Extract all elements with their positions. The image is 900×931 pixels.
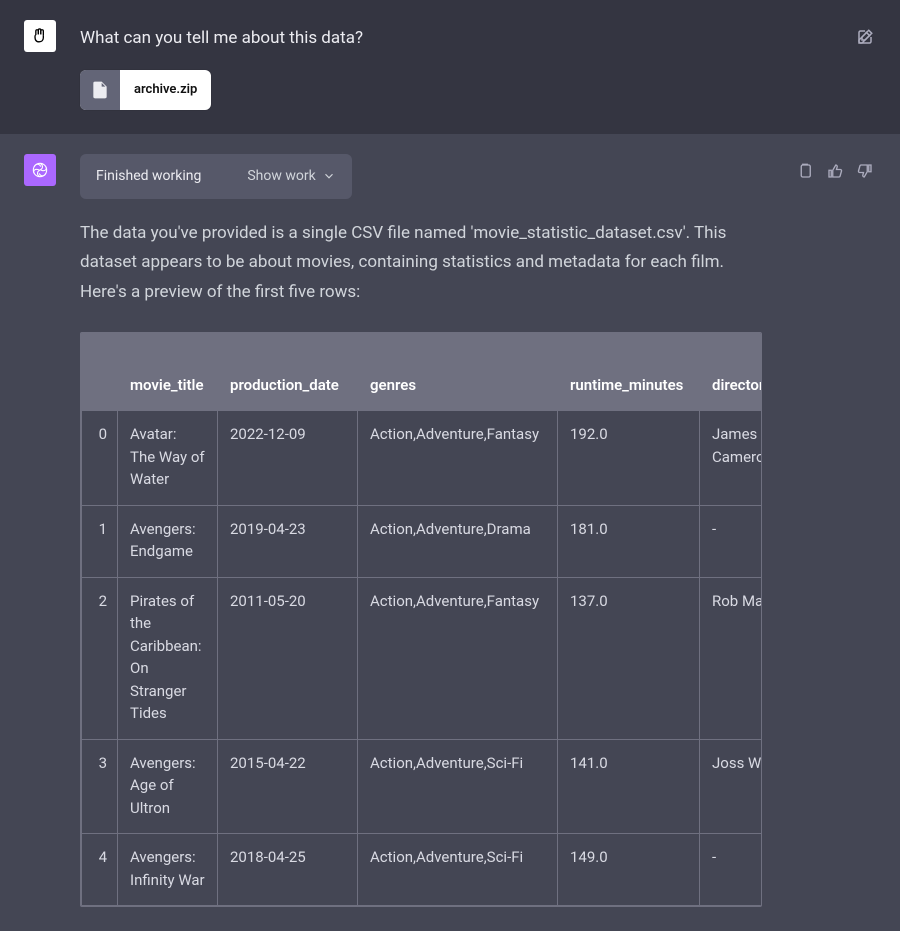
- openai-icon: [30, 160, 50, 180]
- thumbs-up-button[interactable]: [824, 160, 846, 182]
- table-cell: Avatar: The Way of Water: [118, 411, 218, 506]
- table-header: runtime_minutes: [558, 333, 700, 411]
- table-cell: Pirates of the Caribbean: On Stranger Ti…: [118, 577, 218, 739]
- thumbs-down-button[interactable]: [854, 160, 876, 182]
- table-cell: 137.0: [558, 577, 700, 739]
- user-message: What can you tell me about this data? ar…: [0, 0, 900, 134]
- hand-icon: [30, 26, 50, 46]
- assistant-message: Finished working Show work The data you'…: [0, 134, 900, 931]
- pencil-square-icon: [856, 28, 874, 46]
- table-cell: Avengers: Infinity War: [118, 834, 218, 906]
- table-cell: Action,Adventure,Sci-Fi: [358, 739, 558, 834]
- table-cell: 149.0: [558, 834, 700, 906]
- table-cell: Action,Adventure,Fantasy: [358, 577, 558, 739]
- table-cell: 0: [82, 411, 118, 506]
- table-cell: 2: [82, 577, 118, 739]
- show-work-toggle[interactable]: Show work: [247, 166, 335, 187]
- table-cell: Rob Marsh: [700, 577, 763, 739]
- attachment-chip[interactable]: archive.zip: [80, 70, 211, 110]
- table-cell: 2011-05-20: [218, 577, 358, 739]
- table-header: director_n: [700, 333, 763, 411]
- chevron-down-icon: [322, 169, 336, 183]
- show-work-label: Show work: [247, 166, 315, 187]
- thumbs-up-icon: [826, 162, 844, 180]
- table-cell: -: [700, 834, 763, 906]
- table-header: production_date: [218, 333, 358, 411]
- table-cell: Avengers: Endgame: [118, 505, 218, 577]
- table-header: genres: [358, 333, 558, 411]
- table-header: [82, 333, 118, 411]
- clipboard-icon: [796, 162, 814, 180]
- table-row: 1Avengers: Endgame2019-04-23Action,Adven…: [82, 505, 763, 577]
- table-cell: Action,Adventure,Sci-Fi: [358, 834, 558, 906]
- edit-button[interactable]: [854, 26, 876, 48]
- table-cell: 2018-04-25: [218, 834, 358, 906]
- table-cell: 181.0: [558, 505, 700, 577]
- table-cell: Avengers: Age of Ultron: [118, 739, 218, 834]
- table-cell: Joss Whed: [700, 739, 763, 834]
- status-label: Finished working: [96, 166, 201, 187]
- copy-button[interactable]: [794, 160, 816, 182]
- table-cell: 2022-12-09: [218, 411, 358, 506]
- table-cell: 4: [82, 834, 118, 906]
- table-header-row: movie_title production_date genres runti…: [82, 333, 763, 411]
- table-cell: 141.0: [558, 739, 700, 834]
- user-avatar: [24, 20, 56, 52]
- table-cell: Action,Adventure,Fantasy: [358, 411, 558, 506]
- user-prompt: What can you tell me about this data?: [80, 20, 822, 52]
- table-row: 3Avengers: Age of Ultron2015-04-22Action…: [82, 739, 763, 834]
- table-row: 2Pirates of the Caribbean: On Stranger T…: [82, 577, 763, 739]
- code-status-pill[interactable]: Finished working Show work: [80, 154, 352, 199]
- table-header: movie_title: [118, 333, 218, 411]
- file-icon: [80, 70, 120, 110]
- data-table: movie_title production_date genres runti…: [80, 332, 762, 908]
- table-cell: 192.0: [558, 411, 700, 506]
- table-cell: 2015-04-22: [218, 739, 358, 834]
- table-cell: -: [700, 505, 763, 577]
- thumbs-down-icon: [856, 162, 874, 180]
- table-row: 4Avengers: Infinity War2018-04-25Action,…: [82, 834, 763, 906]
- table-cell: 1: [82, 505, 118, 577]
- table-cell: James Cameron: [700, 411, 763, 506]
- table-cell: Action,Adventure,Drama: [358, 505, 558, 577]
- table-cell: 3: [82, 739, 118, 834]
- table-cell: 2019-04-23: [218, 505, 358, 577]
- attachment-filename: archive.zip: [120, 70, 211, 110]
- table-row: 0Avatar: The Way of Water2022-12-09Actio…: [82, 411, 763, 506]
- assistant-response-text: The data you've provided is a single CSV…: [80, 219, 762, 308]
- assistant-avatar: [24, 154, 56, 186]
